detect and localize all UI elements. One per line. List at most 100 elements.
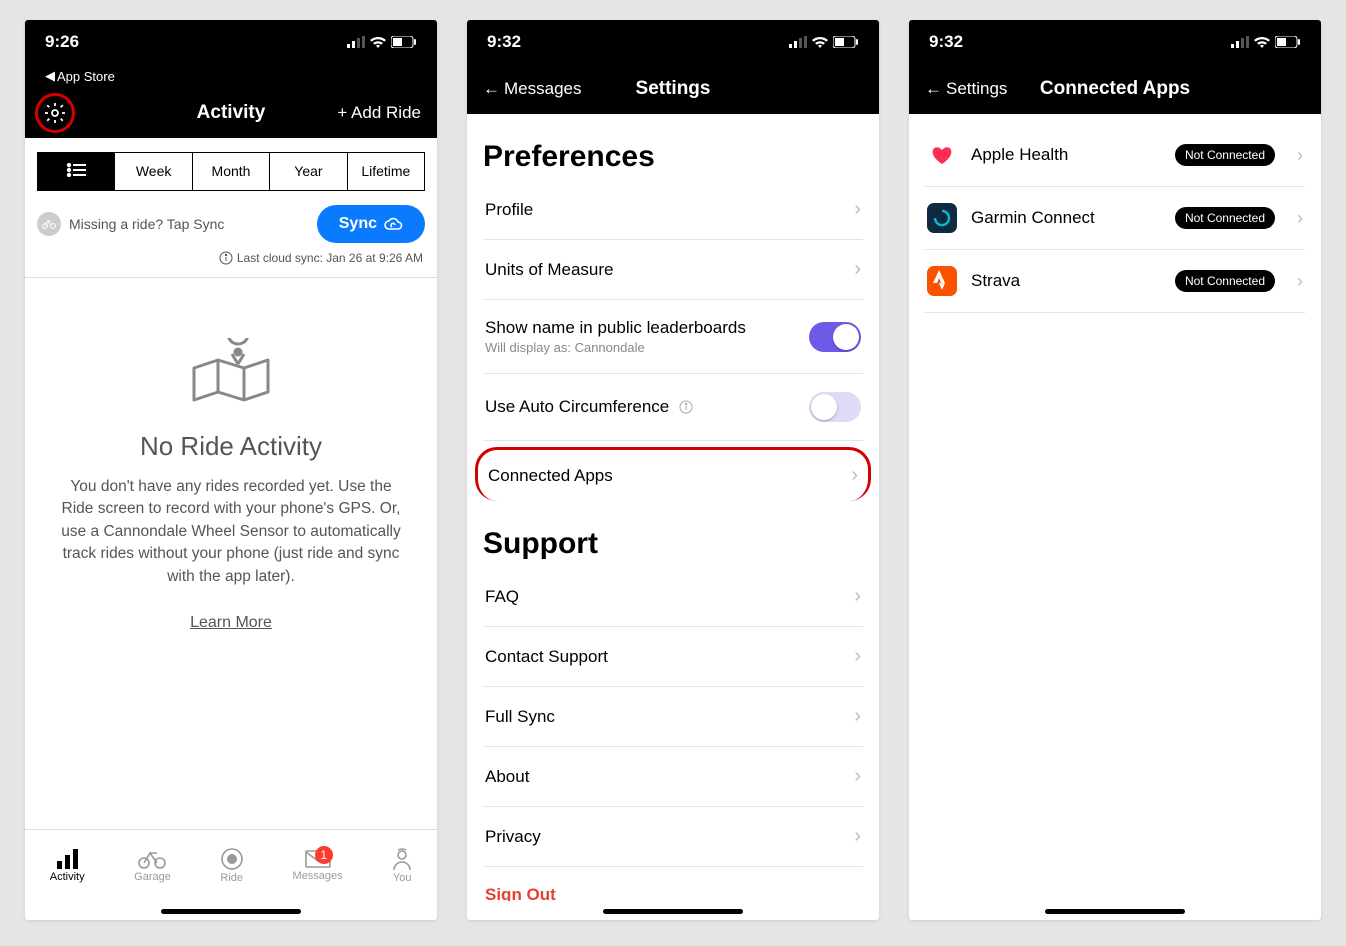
chevron-right-icon: ›	[854, 645, 861, 668]
signal-icon	[347, 36, 365, 48]
sync-hint: Missing a ride? Tap Sync	[37, 212, 224, 236]
status-badge: Not Connected	[1175, 270, 1275, 292]
battery-icon	[1275, 36, 1301, 48]
status-bar: 9:32	[909, 20, 1321, 64]
profile-icon	[392, 848, 412, 870]
clock: 9:32	[929, 32, 963, 52]
info-icon	[219, 251, 233, 265]
add-ride-button[interactable]: + Add Ride	[337, 103, 421, 123]
tab-garage[interactable]: Garage	[134, 849, 171, 883]
sign-out-button[interactable]: Sign Out	[483, 867, 863, 901]
battery-icon	[391, 36, 417, 48]
chevron-right-icon: ›	[854, 825, 861, 848]
learn-more-link[interactable]: Learn More	[190, 614, 272, 632]
nav-bar: ← Settings Connected Apps	[909, 64, 1321, 114]
wifi-icon	[369, 36, 387, 49]
unread-badge: 1	[315, 846, 333, 864]
row-leaderboard[interactable]: Show name in public leaderboards Will di…	[483, 300, 863, 374]
row-contact[interactable]: Contact Support›	[483, 627, 863, 687]
apple-health-icon	[927, 140, 957, 170]
back-to-appstore[interactable]: ◀ App Store	[25, 64, 437, 88]
empty-state: No Ride Activity You don't have any ride…	[25, 277, 437, 829]
signal-icon	[789, 36, 807, 48]
settings-button-highlighted[interactable]	[35, 93, 75, 133]
status-bar: 9:32	[467, 20, 879, 64]
record-icon	[221, 848, 243, 870]
seg-list[interactable]	[38, 153, 115, 190]
map-pin-icon	[186, 338, 276, 408]
clock: 9:26	[45, 32, 79, 52]
back-button[interactable]: ← Messages	[483, 79, 581, 99]
home-indicator	[603, 909, 743, 914]
preferences-header: Preferences	[483, 140, 863, 174]
row-units[interactable]: Units of Measure›	[483, 240, 863, 300]
back-button[interactable]: ← Settings	[925, 79, 1007, 99]
status-icons	[347, 36, 417, 49]
app-row-apple-health[interactable]: Apple Health Not Connected ›	[925, 124, 1305, 187]
signal-icon	[1231, 36, 1249, 48]
app-row-garmin[interactable]: Garmin Connect Not Connected ›	[925, 187, 1305, 250]
chevron-right-icon: ›	[1297, 145, 1303, 166]
row-about[interactable]: About›	[483, 747, 863, 807]
toggle-leaderboard[interactable]	[809, 322, 861, 352]
home-indicator	[1045, 909, 1185, 914]
row-faq[interactable]: FAQ›	[483, 567, 863, 627]
nav-bar: Activity + Add Ride	[25, 88, 437, 138]
tab-you[interactable]: You	[392, 848, 412, 884]
settings-screen: 9:32 ← Messages Settings Preferences Pro…	[467, 20, 879, 920]
chevron-right-icon: ›	[851, 464, 858, 487]
status-icons	[789, 36, 859, 49]
row-full-sync[interactable]: Full Sync›	[483, 687, 863, 747]
info-icon[interactable]	[679, 400, 693, 414]
strava-icon	[927, 266, 957, 296]
clock: 9:32	[487, 32, 521, 52]
activity-icon	[55, 849, 79, 869]
chevron-right-icon: ›	[854, 198, 861, 221]
seg-month[interactable]: Month	[193, 153, 270, 190]
last-sync-label: Last cloud sync: Jan 26 at 9:26 AM	[25, 249, 437, 277]
toggle-auto-circ[interactable]	[809, 392, 861, 422]
tab-ride[interactable]: Ride	[220, 848, 243, 884]
list-icon	[66, 163, 86, 177]
sync-button[interactable]: Sync	[317, 205, 425, 243]
row-privacy[interactable]: Privacy›	[483, 807, 863, 867]
seg-week[interactable]: Week	[115, 153, 192, 190]
row-auto-circumference[interactable]: Use Auto Circumference	[483, 374, 863, 441]
seg-year[interactable]: Year	[270, 153, 347, 190]
home-indicator	[161, 909, 301, 914]
battery-icon	[833, 36, 859, 48]
bike-icon	[37, 212, 61, 236]
app-name: Garmin Connect	[971, 208, 1161, 228]
seg-lifetime[interactable]: Lifetime	[348, 153, 424, 190]
tab-messages[interactable]: 1 Messages	[293, 850, 343, 882]
connected-apps-screen: 9:32 ← Settings Connected Apps Apple Hea…	[909, 20, 1321, 920]
leaderboard-subtext: Will display as: Cannondale	[485, 340, 746, 355]
chevron-right-icon: ›	[854, 585, 861, 608]
time-range-segments[interactable]: Week Month Year Lifetime	[37, 152, 425, 191]
status-bar: 9:26	[25, 20, 437, 64]
app-row-strava[interactable]: Strava Not Connected ›	[925, 250, 1305, 313]
gear-icon	[43, 101, 67, 125]
app-name: Strava	[971, 271, 1161, 291]
empty-title: No Ride Activity	[55, 431, 407, 462]
chevron-right-icon: ›	[854, 258, 861, 281]
chevron-right-icon: ›	[854, 705, 861, 728]
cloud-icon	[383, 217, 403, 231]
chevron-right-icon: ›	[854, 765, 861, 788]
garage-icon	[137, 849, 167, 869]
status-badge: Not Connected	[1175, 207, 1275, 229]
support-header: Support	[483, 527, 863, 561]
chevron-right-icon: ›	[1297, 208, 1303, 229]
status-icons	[1231, 36, 1301, 49]
activity-screen: 9:26 ◀ App Store Activity + Add Ride Wee…	[25, 20, 437, 920]
wifi-icon	[811, 36, 829, 49]
app-name: Apple Health	[971, 145, 1161, 165]
row-profile[interactable]: Profile›	[483, 180, 863, 240]
row-connected-apps-highlighted[interactable]: Connected Apps›	[475, 447, 871, 501]
status-badge: Not Connected	[1175, 144, 1275, 166]
tab-bar: Activity Garage Ride 1 Messages You	[25, 829, 437, 901]
nav-bar: ← Messages Settings	[467, 64, 879, 114]
empty-description: You don't have any rides recorded yet. U…	[55, 476, 407, 588]
tab-activity[interactable]: Activity	[50, 849, 85, 883]
garmin-icon	[927, 203, 957, 233]
